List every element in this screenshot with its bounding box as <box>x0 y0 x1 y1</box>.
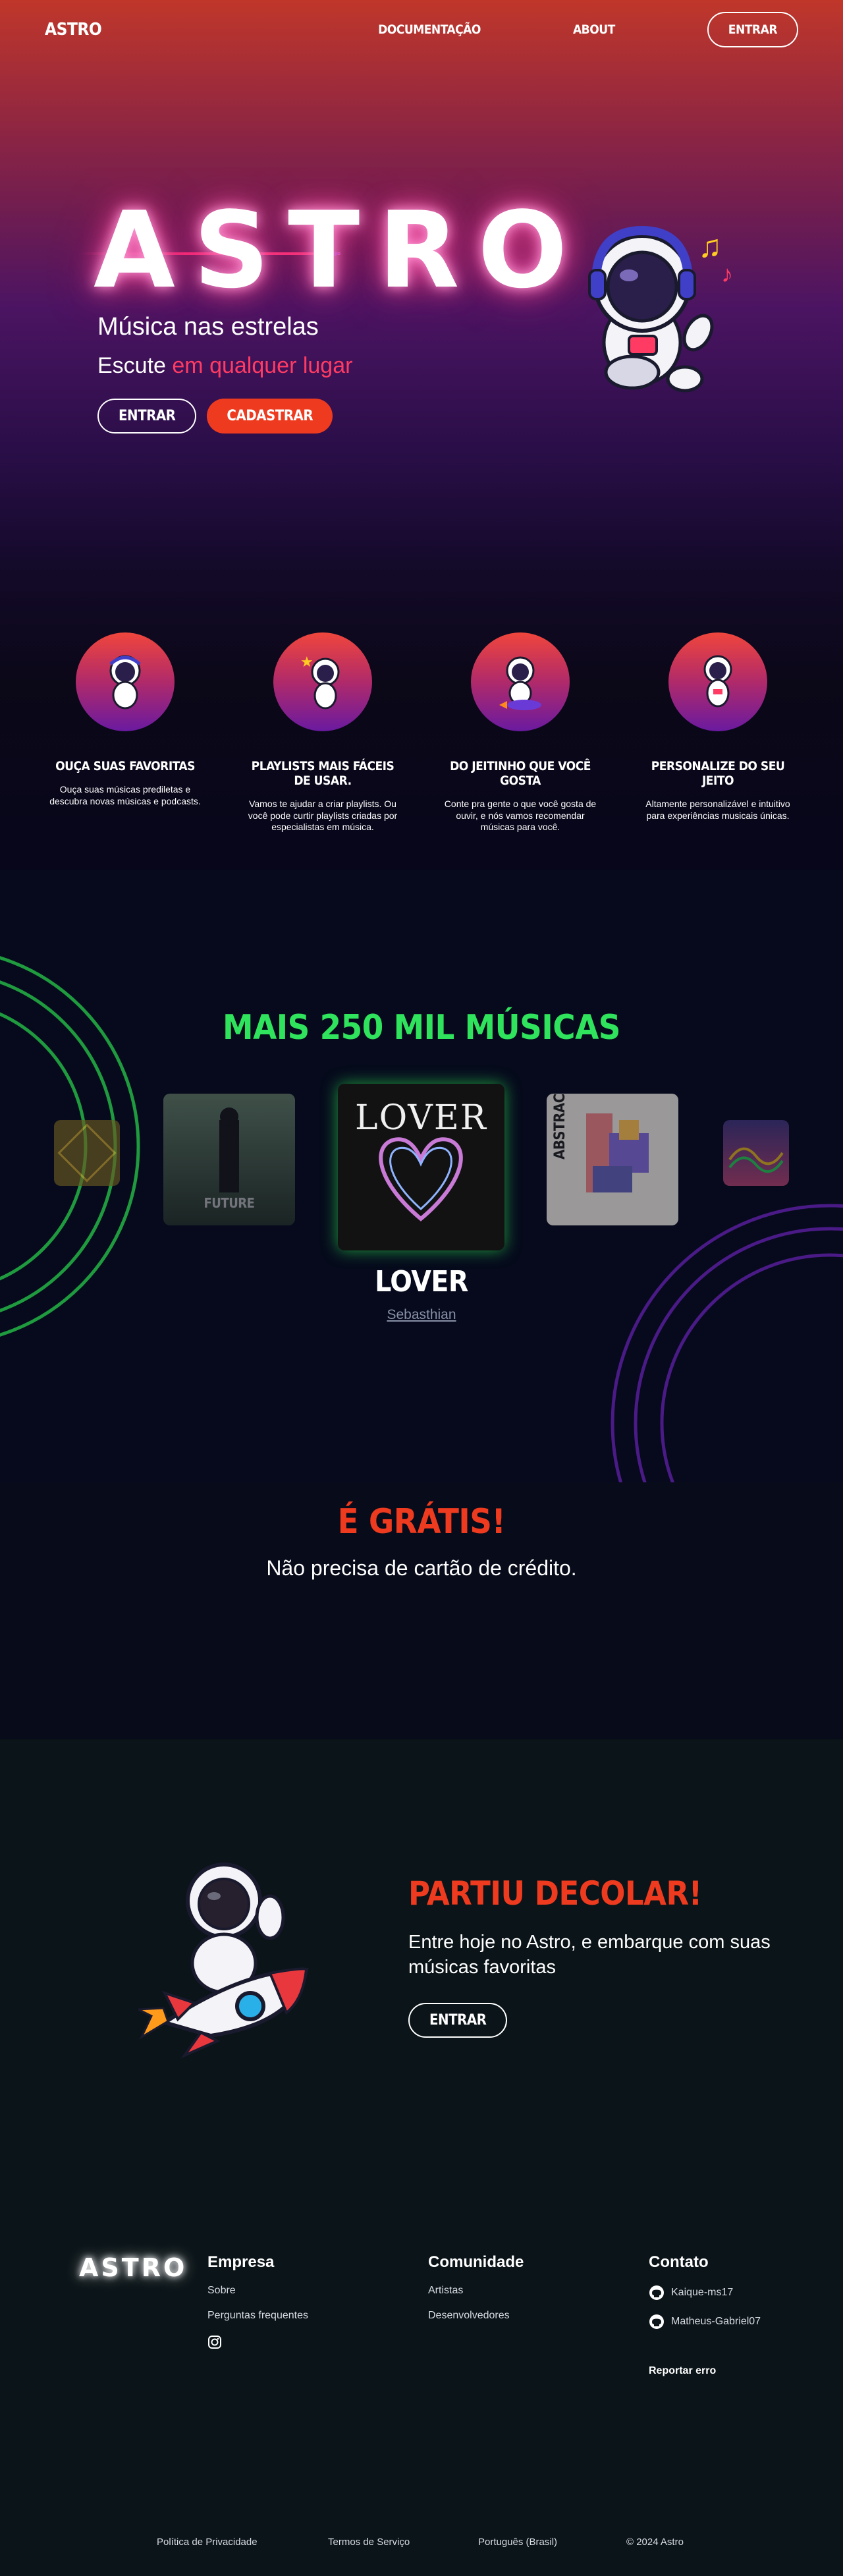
footer-logo[interactable]: ASTRO <box>79 2253 187 2282</box>
cta-heading: PARTIU DECOLAR! <box>408 1874 702 1913</box>
free-text: Não precisa de cartão de crédito. <box>266 1556 577 1580</box>
album-cover[interactable] <box>54 1120 120 1186</box>
features-section: OUÇA SUAS FAVORITAS Ouça suas músicas pr… <box>0 560 843 870</box>
feature-title: PERSONALIZE DO SEU JEITO <box>651 759 785 788</box>
current-song-title: LOVER <box>375 1265 468 1299</box>
footer-link-sobre[interactable]: Sobre <box>207 2285 308 2297</box>
feature-text: Ouça suas músicas prediletas e descubra … <box>49 784 201 806</box>
music-note-icon: ♫ <box>698 229 722 264</box>
album-cover[interactable] <box>723 1120 789 1186</box>
album-cover[interactable]: ABSTRACTION <box>547 1094 678 1225</box>
terms-link[interactable]: Termos de Serviço <box>328 2536 410 2548</box>
hero-tagline: Escute em qualquer lugar <box>97 353 352 379</box>
footer-col-comunidade: Comunidade Artistas Desenvolvedores <box>428 2253 524 2335</box>
feature-title: OUÇA SUAS FAVORITAS <box>55 759 195 773</box>
footer-contact-link[interactable]: Matheus-Gabriel07 <box>649 2314 761 2330</box>
privacy-policy-link[interactable]: Política de Privacidade <box>157 2536 258 2548</box>
hero-section: ASTRO DOCUMENTAÇÃO ABOUT ENTRAR ASTRO Mú… <box>0 0 843 560</box>
feature-card: DO JEITINHO QUE VOCÊ GOSTA Conte pra gen… <box>441 632 599 870</box>
hero-login-button[interactable]: ENTRAR <box>97 399 197 434</box>
cta-section: PARTIU DECOLAR! Entre hoje no Astro, e e… <box>0 1739 843 2200</box>
album-cover[interactable]: FUTURE <box>163 1094 295 1225</box>
svg-text:★: ★ <box>300 654 313 670</box>
footer-link-artistas[interactable]: Artistas <box>428 2285 524 2297</box>
top-navbar: ASTRO DOCUMENTAÇÃO ABOUT ENTRAR <box>0 0 843 59</box>
feature-title: PLAYLISTS MAIS FÁCEIS DE USAR. <box>251 759 394 788</box>
footer-col-contato: Contato Kaique-ms17 Matheus-Gabriel07 <box>649 2253 761 2343</box>
footer: ASTRO Empresa Sobre Perguntas frequentes… <box>0 2200 843 2576</box>
feature-astronaut-standing-icon <box>668 632 767 731</box>
nav-logo[interactable]: ASTRO <box>45 20 102 40</box>
music-section: MAIS 250 MIL MÚSICAS FUTURE LOVER ABSTRA… <box>0 870 843 1482</box>
album-cover-title: FUTURE <box>204 1195 255 1211</box>
footer-col-title: Empresa <box>207 2253 275 2271</box>
contact-name: Kaique-ms17 <box>671 2287 734 2298</box>
nav-link-documentacao[interactable]: DOCUMENTAÇÃO <box>378 22 481 37</box>
album-cover-title: ABSTRACTION <box>552 1094 568 1160</box>
hero-subtitle: Música nas estrelas <box>97 313 319 341</box>
hero-buttons: ENTRAR CADASTRAR <box>97 399 333 434</box>
feature-text: Conte pra gente o que você gosta de ouvi… <box>444 798 597 832</box>
feature-astronaut-dancing-icon <box>76 632 175 731</box>
astronaut-headphones-illustration: ♫ ♪ <box>588 225 733 393</box>
feature-card: PERSONALIZE DO SEU JEITO Altamente perso… <box>639 632 797 870</box>
language-selector[interactable]: Português (Brasil) <box>478 2536 557 2548</box>
nav-links: DOCUMENTAÇÃO ABOUT ENTRAR <box>286 12 798 47</box>
footer-col-title: Contato <box>649 2253 709 2271</box>
instagram-icon[interactable] <box>207 2335 308 2349</box>
report-error-link[interactable]: Reportar erro <box>649 2365 716 2377</box>
music-note-icon: ♪ <box>721 260 733 287</box>
hero-tagline-accent: em qualquer lugar <box>172 353 353 378</box>
hero-tagline-prefix: Escute <box>97 353 173 378</box>
footer-contact-link[interactable]: Kaique-ms17 <box>649 2285 761 2301</box>
hero-title: ASTRO <box>94 188 586 312</box>
current-song-artist-link[interactable]: Sebasthian <box>0 1307 843 1323</box>
footer-link-faq[interactable]: Perguntas frequentes <box>207 2310 308 2322</box>
hero-signup-button[interactable]: CADASTRAR <box>207 399 333 434</box>
copyright-text: © 2024 Astro <box>626 2536 684 2548</box>
feature-astronaut-star-icon: ★ <box>273 632 372 731</box>
github-icon <box>649 2314 664 2329</box>
free-heading: É GRÁTIS! <box>337 1502 506 1542</box>
album-cover-active[interactable]: LOVER <box>338 1084 504 1250</box>
astronaut-rocket-illustration <box>138 1862 309 2059</box>
github-icon <box>649 2285 664 2300</box>
footer-link-desenvolvedores[interactable]: Desenvolvedores <box>428 2310 524 2322</box>
footer-col-title: Comunidade <box>428 2253 524 2271</box>
contact-name: Matheus-Gabriel07 <box>671 2316 761 2327</box>
feature-title: DO JEITINHO QUE VOCÊ GOSTA <box>450 759 591 788</box>
cta-login-button[interactable]: ENTRAR <box>408 2003 508 2038</box>
nav-login-button[interactable]: ENTRAR <box>707 12 798 47</box>
feature-card: ★ PLAYLISTS MAIS FÁCEIS DE USAR. Vamos t… <box>244 632 402 870</box>
feature-astronaut-rocket-icon <box>471 632 570 731</box>
album-carousel: FUTURE LOVER ABSTRACTION <box>0 1084 843 1265</box>
nav-link-about[interactable]: ABOUT <box>573 22 615 37</box>
feature-card: OUÇA SUAS FAVORITAS Ouça suas músicas pr… <box>46 632 204 870</box>
footer-col-empresa: Empresa Sobre Perguntas frequentes <box>207 2253 308 2363</box>
feature-text: Vamos te ajudar a criar playlists. Ou vo… <box>248 798 398 832</box>
free-section: É GRÁTIS! Não precisa de cartão de crédi… <box>0 1482 843 1739</box>
cta-text: Entre hoje no Astro, e embarque com suas… <box>408 1932 771 1978</box>
feature-text: Altamente personalizável e intuitivo par… <box>645 798 790 821</box>
music-heading: MAIS 250 MIL MÚSICAS <box>223 1008 620 1048</box>
